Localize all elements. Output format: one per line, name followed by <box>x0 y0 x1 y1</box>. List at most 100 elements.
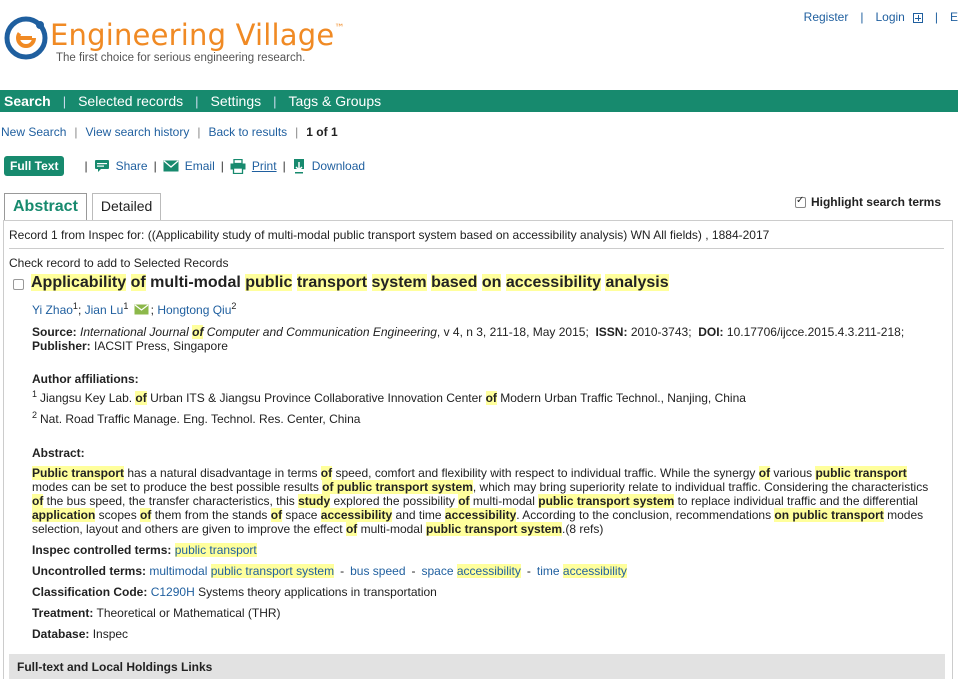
text-segment: speed, comfort and flexibility with resp… <box>332 466 759 480</box>
affiliation-1: 1 Jiangsu Key Lab. of Urban ITS & Jiangsu… <box>32 389 746 405</box>
nav-search[interactable]: Search <box>0 93 55 109</box>
highlighted-term: of <box>345 522 358 536</box>
logo-icon[interactable] <box>4 16 48 60</box>
highlighted-term: of public transport system <box>322 480 473 494</box>
expand-plus-icon[interactable] <box>912 13 923 23</box>
nav-tags-groups[interactable]: Tags & Groups <box>285 93 386 109</box>
record-count: 1 of 1 <box>306 125 338 139</box>
nav-settings[interactable]: Settings <box>207 93 266 109</box>
register-link[interactable]: Register <box>804 10 849 24</box>
inspec-term-link[interactable]: public transport <box>174 543 257 557</box>
share-icon <box>94 160 109 172</box>
highlighted-term: of <box>758 466 771 480</box>
uncontrolled-term-link[interactable]: space accessibility <box>422 564 521 578</box>
header: Engineering Village™ The first choice fo… <box>0 0 958 88</box>
author-link[interactable]: Yi Zhao <box>32 303 73 317</box>
text-segment: multi-modal <box>469 494 539 508</box>
view-history-link[interactable]: View search history <box>86 125 190 139</box>
tab-detailed[interactable]: Detailed <box>91 193 162 220</box>
abstract-label: Abstract: <box>32 446 85 460</box>
tab-abstract[interactable]: Abstract <box>4 193 87 221</box>
author-email-icon[interactable] <box>134 304 149 315</box>
download-button[interactable]: Download <box>292 158 365 174</box>
highlighted-term: public transport <box>815 466 907 480</box>
record-info: Record 1 from Inspec for: ((Applicabilit… <box>9 228 770 242</box>
highlighted-term: on <box>481 274 502 291</box>
text-segment <box>126 274 130 291</box>
new-search-link[interactable]: New Search <box>1 125 66 139</box>
uncontrolled-terms: Uncontrolled terms: multimodal public tr… <box>32 564 627 578</box>
highlighted-term: system <box>371 274 427 291</box>
highlighted-term: on public transport <box>774 508 884 522</box>
highlighted-term: of <box>270 508 283 522</box>
extra-link[interactable]: E <box>950 10 958 24</box>
text-segment <box>367 274 371 291</box>
print-icon <box>230 158 246 174</box>
record-checkbox[interactable] <box>13 279 24 290</box>
login-link[interactable]: Login <box>875 10 904 24</box>
record-tabs: Abstract Detailed <box>4 193 166 221</box>
highlighted-term: study <box>298 494 331 508</box>
text-segment: them from the stands <box>151 508 271 522</box>
highlighted-term: accessibility <box>505 274 601 291</box>
highlighted-term: Applicability <box>31 274 127 291</box>
back-to-results-link[interactable]: Back to results <box>208 125 287 139</box>
inspec-controlled-terms: Inspec controlled terms: public transpor… <box>32 543 257 557</box>
email-button[interactable]: Email <box>163 159 215 173</box>
text-segment: has a natural disadvantage in terms <box>124 466 321 480</box>
highlighted-term: of <box>32 494 44 508</box>
divider <box>9 248 944 249</box>
highlighted-term: public transport system <box>425 522 563 536</box>
print-button[interactable]: Print <box>230 158 277 174</box>
author-link[interactable]: Hongtong Qiu <box>157 303 231 317</box>
nav-selected-records[interactable]: Selected records <box>74 93 187 109</box>
text-segment: , which may bring superiority relate to … <box>472 480 929 494</box>
tagline: The first choice for serious engineering… <box>56 52 306 64</box>
full-text-button[interactable]: Full Text <box>4 156 65 176</box>
highlighted-term: analysis <box>605 274 669 291</box>
highlight-checkbox[interactable] <box>794 195 806 208</box>
separator: | <box>934 10 938 24</box>
classification-code-link[interactable]: C1290H <box>151 585 195 599</box>
affiliations-label: Author affiliations: <box>32 372 139 386</box>
highlighted-term: accessibility <box>320 508 393 522</box>
highlighted-term: based <box>431 274 478 291</box>
text-segment: space <box>282 508 321 522</box>
author-list: Yi Zhao1; Jian Lu1 ; Hongtong Qiu2 <box>32 301 237 317</box>
highlight-search-terms-toggle[interactable]: Highlight search terms <box>794 195 941 209</box>
text-segment: .(8 refs) <box>562 522 604 536</box>
highlighted-term: of <box>130 274 146 291</box>
uncontrolled-term-link[interactable]: bus speed <box>350 564 405 578</box>
source-field: Source: International Journal of Compute… <box>32 325 905 353</box>
highlighted-term: of <box>140 508 152 522</box>
logo-text[interactable]: Engineering Village™ <box>50 18 345 52</box>
abstract-text: Public transport has a natural disadvant… <box>32 466 937 536</box>
check-record-label: Check record to add to Selected Records <box>9 256 229 270</box>
uncontrolled-term-link[interactable]: time accessibility <box>537 564 627 578</box>
uncontrolled-term-link[interactable]: multimodal public transport system <box>149 564 335 578</box>
text-segment: scopes <box>95 508 141 522</box>
record-toolbar: Full Text | Share | Email | Print | Down… <box>4 156 365 176</box>
highlighted-term: of <box>458 494 470 508</box>
affiliation-2: 2 Nat. Road Traffic Manage. Eng. Technol.… <box>32 410 361 426</box>
main-nav: Search | Selected records | Settings | T… <box>0 90 958 112</box>
share-button[interactable]: Share <box>94 159 148 173</box>
classification-code: Classification Code: C1290H Systems theo… <box>32 585 437 599</box>
highlighted-term: public transport system <box>538 494 675 508</box>
treatment-field: Treatment: Theoretical or Mathematical (… <box>32 606 281 620</box>
highlighted-term: Public transport <box>32 466 125 480</box>
highlighted-term: transport <box>296 274 368 291</box>
record-title[interactable]: Applicability of multi-modal public tran… <box>31 274 669 292</box>
highlighted-term: accessibility <box>444 508 517 522</box>
text-segment: . According to the conclusion, recommend… <box>516 508 775 522</box>
text-segment: to replace individual traffic and the di… <box>674 494 918 508</box>
database-field: Database: Inspec <box>32 627 129 641</box>
author-link[interactable]: Jian Lu <box>85 303 124 317</box>
highlighted-term: public <box>245 274 293 291</box>
sub-nav: New Search | View search history | Back … <box>1 125 338 139</box>
text-segment: explored the possibility <box>330 494 459 508</box>
full-text-holdings-header[interactable]: Full-text and Local Holdings Links <box>9 654 945 679</box>
highlighted-term: of <box>320 466 333 480</box>
separator: | <box>860 10 864 24</box>
record-panel: Record 1 from Inspec for: ((Applicabilit… <box>3 220 953 679</box>
